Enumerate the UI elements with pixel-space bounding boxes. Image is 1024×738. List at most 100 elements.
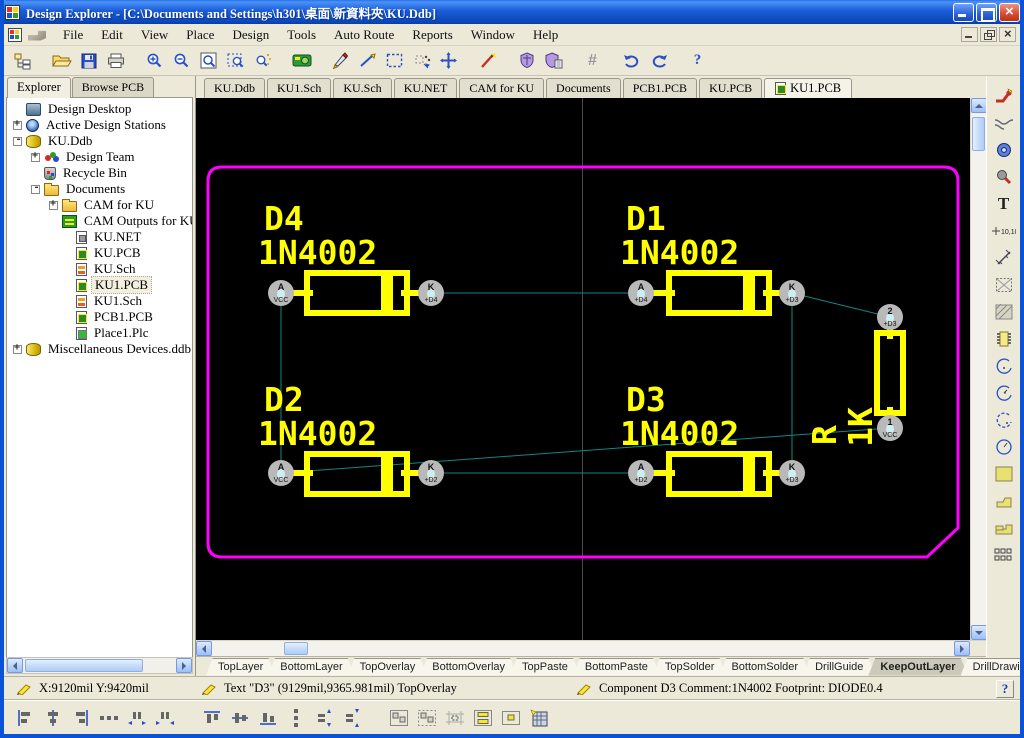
doc-tab-ku1-pcb-active[interactable]: KU1.PCB (764, 78, 852, 99)
menu-design[interactable]: Design (223, 25, 278, 45)
save-icon[interactable] (76, 49, 101, 73)
move-selection-icon[interactable] (409, 49, 434, 73)
full-circle-icon[interactable] (991, 435, 1017, 459)
tab-explorer[interactable]: Explorer (7, 77, 71, 98)
zoom-area-icon[interactable] (223, 49, 248, 73)
pad[interactable]: A+D2 (628, 460, 654, 486)
doc-tab-ku-sch[interactable]: KU.Sch (333, 78, 391, 98)
fill-hatched-icon[interactable] (991, 300, 1017, 324)
pad[interactable]: 1VCC (877, 415, 903, 441)
layer-tab-topoverlay[interactable]: TopOverlay (348, 658, 428, 676)
tree-item-ku-ddb[interactable]: KU.Ddb (7, 133, 192, 149)
pad[interactable]: K+D2 (418, 460, 444, 486)
increase-v-spacing-icon[interactable] (311, 706, 336, 729)
tree-item-misc-devices[interactable]: Miscellaneous Devices.ddb (7, 341, 192, 357)
knife-icon[interactable] (328, 49, 353, 73)
menu-grip-icon[interactable] (28, 29, 46, 41)
pad[interactable]: 2+D3 (877, 304, 903, 330)
print-icon[interactable] (103, 49, 128, 73)
room-icon[interactable] (991, 273, 1017, 297)
zoom-in-icon[interactable] (142, 49, 167, 73)
maximize-button[interactable] (976, 3, 997, 22)
pad[interactable]: AVCC (268, 280, 294, 306)
expand-icon[interactable] (13, 345, 22, 354)
child-close-button[interactable] (999, 27, 1016, 42)
pad[interactable]: K+D3 (779, 460, 805, 486)
scroll-right-button[interactable] (954, 641, 970, 656)
document-icon[interactable] (8, 28, 22, 42)
zoom-point-icon[interactable] (250, 49, 275, 73)
coordinate-icon[interactable]: 10,10 (991, 219, 1017, 243)
layer-tab-bottompaste[interactable]: BottomPaste (573, 658, 660, 676)
child-minimize-button[interactable] (961, 27, 978, 42)
tree-item-ku-sch[interactable]: KU.Sch (7, 261, 192, 277)
tree-item-recycle-bin[interactable]: Recycle Bin (7, 165, 192, 181)
placement-aide-icon[interactable] (526, 706, 551, 729)
menu-edit[interactable]: Edit (92, 25, 132, 45)
pad-icon[interactable] (991, 165, 1017, 189)
layer-tab-bottomoverlay[interactable]: BottomOverlay (420, 658, 517, 676)
decrease-h-spacing-icon[interactable] (152, 706, 177, 729)
editor-horizontal-scrollbar[interactable] (196, 640, 986, 656)
component-d1[interactable]: D1 1N4002 A+D4 K+D3 (620, 199, 805, 313)
distribute-horizontal-icon[interactable] (96, 706, 121, 729)
component-d3[interactable]: D3 1N4002 A+D2 K+D3 (620, 380, 805, 494)
multi-trace-icon[interactable] (991, 111, 1017, 135)
shove-icon[interactable] (498, 706, 523, 729)
menu-reports[interactable]: Reports (403, 25, 461, 45)
arrange-within-rectangle-icon[interactable] (414, 706, 439, 729)
arc-edge-icon[interactable] (991, 354, 1017, 378)
arc-center-icon[interactable] (991, 381, 1017, 405)
doc-tab-ku1-sch[interactable]: KU1.Sch (267, 78, 331, 98)
expand-icon[interactable] (31, 153, 40, 162)
collapse-icon[interactable] (31, 185, 40, 194)
panel-horizontal-scrollbar[interactable] (6, 657, 193, 674)
interactive-routing-icon[interactable] (991, 84, 1017, 108)
fill-icon[interactable] (991, 462, 1017, 486)
undo-icon[interactable] (619, 49, 644, 73)
zoom-out-icon[interactable] (169, 49, 194, 73)
pad[interactable]: K+D4 (418, 280, 444, 306)
align-bottom-icon[interactable] (255, 706, 280, 729)
scroll-left-button[interactable] (196, 641, 212, 656)
scroll-thumb[interactable] (284, 642, 308, 655)
decrease-v-spacing-icon[interactable] (339, 706, 364, 729)
layer-tab-drillguide[interactable]: DrillGuide (803, 658, 875, 676)
layer-tab-bottomlayer[interactable]: BottomLayer (268, 658, 354, 676)
via-icon[interactable] (991, 138, 1017, 162)
tree-item-active-design-stations[interactable]: Active Design Stations (7, 117, 192, 133)
menu-window[interactable]: Window (462, 25, 524, 45)
menu-place[interactable]: Place (177, 25, 223, 45)
tree-item-place1-plc[interactable]: Place1.Plc (7, 325, 192, 341)
scroll-thumb[interactable] (25, 659, 143, 672)
minimize-button[interactable] (953, 3, 974, 22)
tree-item-ku1-pcb[interactable]: KU1.PCB (7, 277, 192, 293)
doc-tab-pcb1-pcb[interactable]: PCB1.PCB (623, 78, 697, 98)
pad[interactable]: AVCC (268, 460, 294, 486)
menu-tools[interactable]: Tools (278, 25, 325, 45)
layer-tab-topsolder[interactable]: TopSolder (653, 658, 727, 676)
align-right-icon[interactable] (68, 706, 93, 729)
arc-angle-icon[interactable] (991, 408, 1017, 432)
layer-tab-toplayer[interactable]: TopLayer (206, 658, 275, 676)
magic-wand-icon[interactable] (475, 49, 500, 73)
menu-file[interactable]: File (54, 25, 92, 45)
layer-tab-keepoutlayer[interactable]: KeepOutLayer (868, 658, 967, 676)
pad-array-icon[interactable] (991, 543, 1017, 567)
distribute-vertical-icon[interactable] (283, 706, 308, 729)
dimension-icon[interactable] (991, 246, 1017, 270)
tree-item-ku-pcb[interactable]: KU.PCB (7, 245, 192, 261)
help-icon[interactable]: ? (685, 49, 710, 73)
title-bar[interactable]: Design Explorer - [C:\Documents and Sett… (0, 0, 1024, 24)
tree-item-design-team[interactable]: Design Team (7, 149, 192, 165)
arrange-within-room-icon[interactable] (386, 706, 411, 729)
scroll-right-button[interactable] (176, 658, 192, 673)
editor-vertical-scrollbar[interactable] (970, 98, 986, 640)
expand-icon[interactable] (13, 121, 22, 130)
stack-components-icon[interactable] (470, 706, 495, 729)
pad[interactable]: K+D3 (779, 280, 805, 306)
expand-icon[interactable] (49, 201, 58, 210)
align-center-vertical-icon[interactable] (227, 706, 252, 729)
align-center-horizontal-icon[interactable] (40, 706, 65, 729)
drc-batch-icon[interactable] (541, 49, 566, 73)
